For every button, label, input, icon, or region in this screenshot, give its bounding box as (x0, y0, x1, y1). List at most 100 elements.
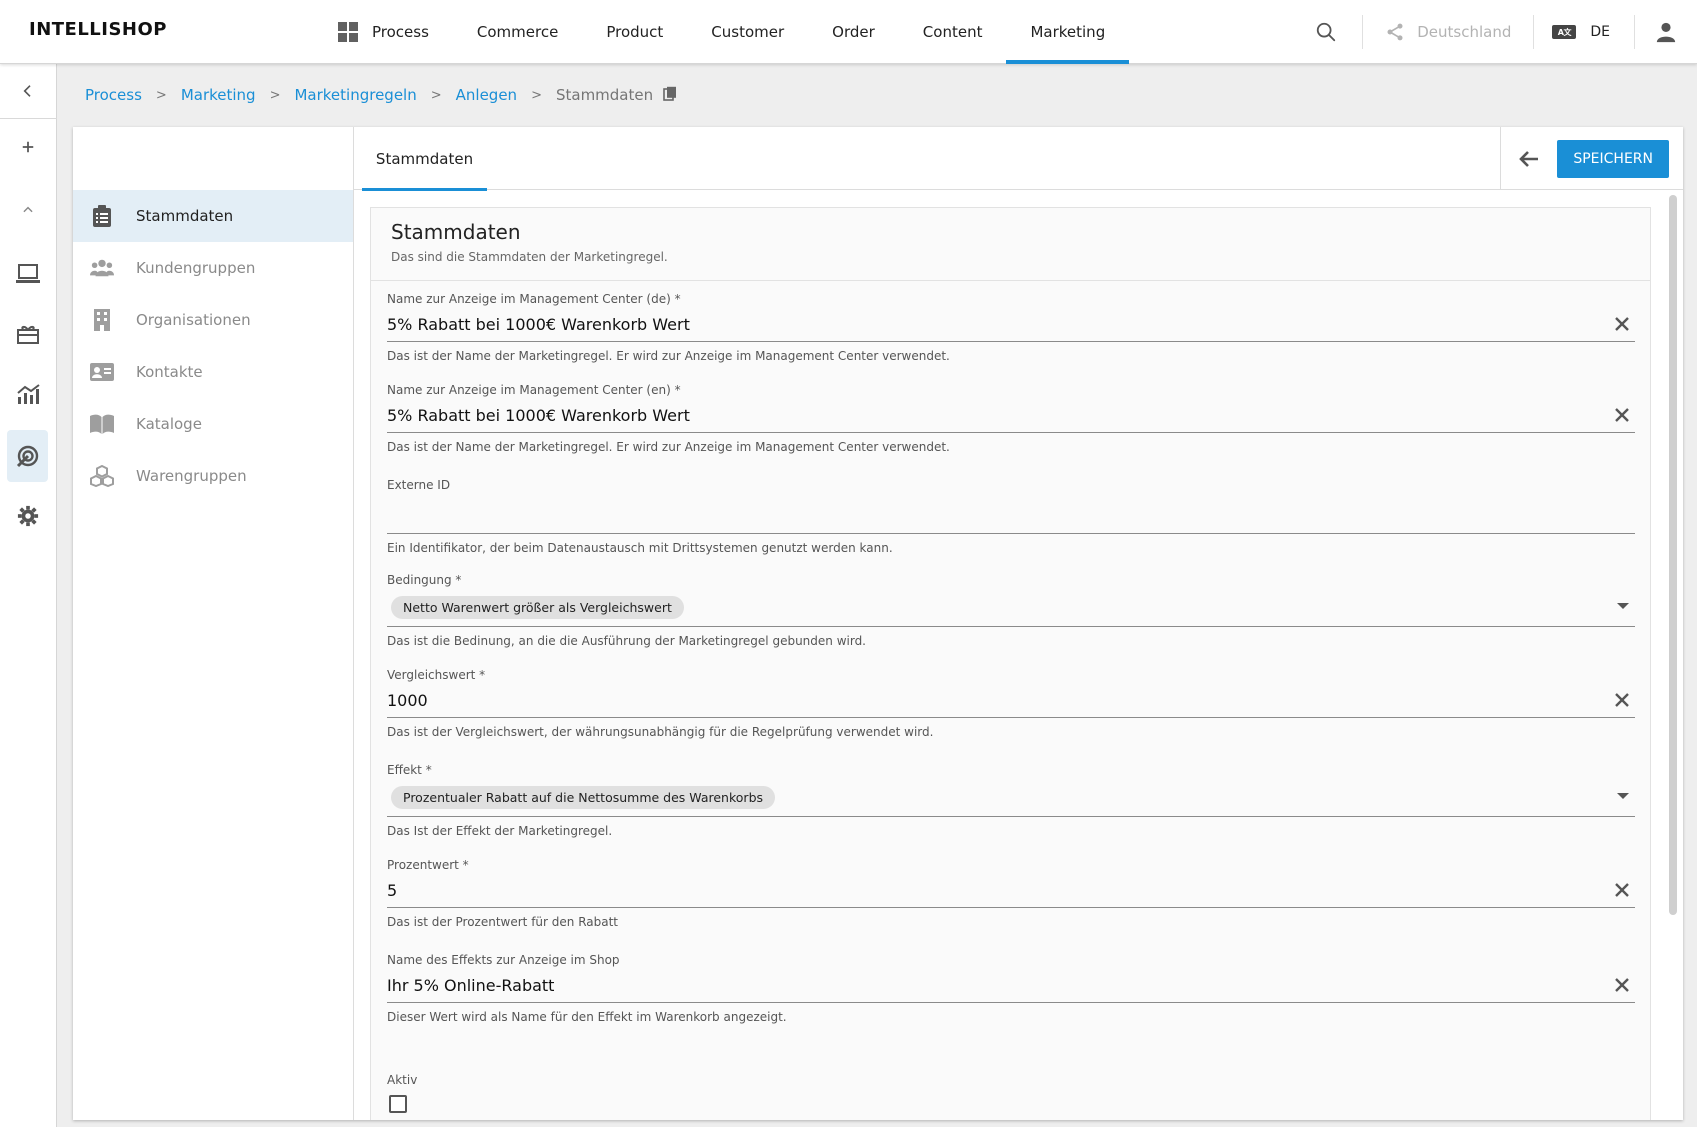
sidebar-item-kataloge[interactable]: Kataloge (73, 398, 353, 450)
rail-item-marketing[interactable] (7, 430, 48, 482)
chevron-right-icon: > (269, 87, 281, 103)
field-name-en: Name zur Anzeige im Management Center (e… (387, 383, 1635, 454)
name-de-input[interactable]: 5% Rabatt bei 1000€ Warenkorb Wert (387, 308, 1635, 342)
field-value: 5 (387, 881, 398, 900)
field-value: Ihr 5% Online-Rabatt (387, 976, 555, 995)
clear-icon[interactable] (1613, 406, 1631, 424)
nav-item-label: Product (606, 23, 664, 41)
nav-item-commerce[interactable]: Commerce (453, 0, 582, 64)
form-header: Stammdaten Das sind die Stammdaten der M… (371, 208, 1650, 281)
field-hint: Das ist der Name der Marketingregel. Er … (387, 440, 950, 454)
country-selector[interactable]: Deutschland (1363, 0, 1533, 64)
percent-input[interactable]: 5 (387, 874, 1635, 908)
sidebar-item-organisationen[interactable]: Organisationen (73, 294, 353, 346)
sidebar-item-kundengruppen[interactable]: Kundengruppen (73, 242, 353, 294)
rail-item-analytics[interactable] (7, 368, 48, 420)
logo[interactable]: INTELLISHOP (29, 19, 167, 40)
nav-item-label: Content (922, 23, 983, 41)
copy-icon (663, 86, 677, 101)
clear-icon[interactable] (1613, 976, 1631, 994)
tab-actions: SPEICHERN (1500, 127, 1683, 190)
user-icon (1656, 22, 1676, 43)
country-label: Deutschland (1417, 23, 1512, 41)
sidebar-item-kontakte[interactable]: Kontakte (73, 346, 353, 398)
external-id-input[interactable] (387, 494, 1635, 534)
scrollbar[interactable] (1669, 195, 1677, 915)
field-shop-name: Name des Effekts zur Anzeige im Shop Ihr… (387, 953, 1635, 1024)
field-value: 5% Rabatt bei 1000€ Warenkorb Wert (387, 406, 690, 425)
clear-icon[interactable] (1613, 881, 1631, 899)
field-label: Aktiv (387, 1073, 418, 1087)
language-selector[interactable]: A文 DE (1534, 0, 1634, 64)
field-effect: Effekt * Prozentualer Rabatt auf die Net… (387, 763, 1635, 838)
name-en-input[interactable]: 5% Rabatt bei 1000€ Warenkorb Wert (387, 399, 1635, 433)
rail-item-gift[interactable] (7, 308, 48, 360)
search-button[interactable] (1290, 0, 1362, 64)
caret-down-icon (1617, 603, 1629, 609)
form-scroll-area[interactable]: Stammdaten Das sind die Stammdaten der M… (354, 191, 1683, 1120)
nav-item-customer[interactable]: Customer (687, 0, 808, 64)
copy-button[interactable] (663, 86, 677, 105)
field-compare-value: Vergleichswert * 1000 Das ist der Vergle… (387, 668, 1635, 739)
field-hint: Das ist die Bedinung, an die die Ausführ… (387, 634, 866, 648)
nav-item-process[interactable]: Process (332, 0, 453, 64)
clear-icon[interactable] (1613, 315, 1631, 333)
shop-name-input[interactable]: Ihr 5% Online-Rabatt (387, 969, 1635, 1003)
field-label: Externe ID (387, 478, 451, 492)
field-hint: Dieser Wert wird als Name für den Effekt… (387, 1010, 787, 1024)
breadcrumb-link-marketing[interactable]: Marketing (181, 86, 256, 104)
user-menu-button[interactable] (1635, 0, 1697, 64)
arrow-left-icon (1519, 150, 1539, 167)
field-label: Bedingung * (387, 573, 462, 587)
plus-icon (22, 141, 33, 153)
building-icon (90, 308, 114, 332)
expand-up-button[interactable] (7, 184, 48, 236)
compare-value-input[interactable]: 1000 (387, 684, 1635, 718)
nav-item-marketing[interactable]: Marketing (1006, 0, 1129, 64)
clear-icon[interactable] (1613, 691, 1631, 709)
field-label: Effekt * (387, 763, 432, 777)
nav-item-label: Customer (711, 23, 785, 41)
rail-item-settings[interactable] (7, 490, 48, 542)
breadcrumb-link-process[interactable]: Process (85, 86, 142, 104)
apps-grid-icon (338, 22, 358, 42)
field-value: 5% Rabatt bei 1000€ Warenkorb Wert (387, 315, 690, 334)
clipboard-icon (90, 204, 114, 228)
rail-item-laptop[interactable] (7, 248, 48, 300)
field-active: Aktiv (387, 1073, 1635, 1113)
tab-bar: Stammdaten SPEICHERN (354, 127, 1683, 191)
condition-select[interactable]: Netto Warenwert größer als Vergleichswer… (387, 589, 1635, 627)
field-hint: Ein Identifikator, der beim Datenaustaus… (387, 541, 893, 555)
field-external-id: Externe ID Ein Identifikator, der beim D… (387, 478, 1635, 555)
cubes-icon (90, 464, 114, 488)
sidebar-item-warengruppen[interactable]: Warengruppen (73, 450, 353, 502)
nav-item-product[interactable]: Product (582, 0, 687, 64)
nav-item-order[interactable]: Order (808, 0, 899, 64)
field-label: Name zur Anzeige im Management Center (e… (387, 383, 681, 397)
left-rail (0, 64, 57, 1127)
breadcrumb-link-marketingregeln[interactable]: Marketingregeln (294, 86, 416, 104)
book-icon (90, 412, 114, 436)
breadcrumb: Process > Marketing > Marketingregeln > … (85, 83, 677, 107)
sidebar-item-label: Kontakte (136, 363, 203, 381)
gift-icon (16, 325, 39, 344)
add-button[interactable] (7, 121, 48, 173)
sidebar-item-label: Kataloge (136, 415, 202, 433)
form-title: Stammdaten (391, 220, 521, 244)
top-bar: INTELLISHOP Process Commerce Product Cus… (0, 0, 1697, 64)
nav-item-label: Marketing (1030, 23, 1106, 41)
nav-item-content[interactable]: Content (899, 0, 1007, 64)
tab-stammdaten[interactable]: Stammdaten (362, 127, 487, 191)
breadcrumb-link-anlegen[interactable]: Anlegen (456, 86, 517, 104)
effect-select[interactable]: Prozentualer Rabatt auf die Nettosumme d… (387, 779, 1635, 817)
field-label: Prozentwert * (387, 858, 469, 872)
field-hint: Das ist der Prozentwert für den Rabatt (387, 915, 618, 929)
save-button[interactable]: SPEICHERN (1557, 139, 1669, 178)
sidebar-item-stammdaten[interactable]: Stammdaten (73, 190, 353, 242)
breadcrumb-current: Stammdaten (555, 86, 654, 104)
collapse-rail-button[interactable] (7, 65, 48, 117)
active-checkbox[interactable] (389, 1095, 407, 1113)
back-button[interactable] (1501, 127, 1557, 190)
field-hint: Das ist der Vergleichswert, der währungs… (387, 725, 934, 739)
share-icon (1387, 23, 1403, 41)
